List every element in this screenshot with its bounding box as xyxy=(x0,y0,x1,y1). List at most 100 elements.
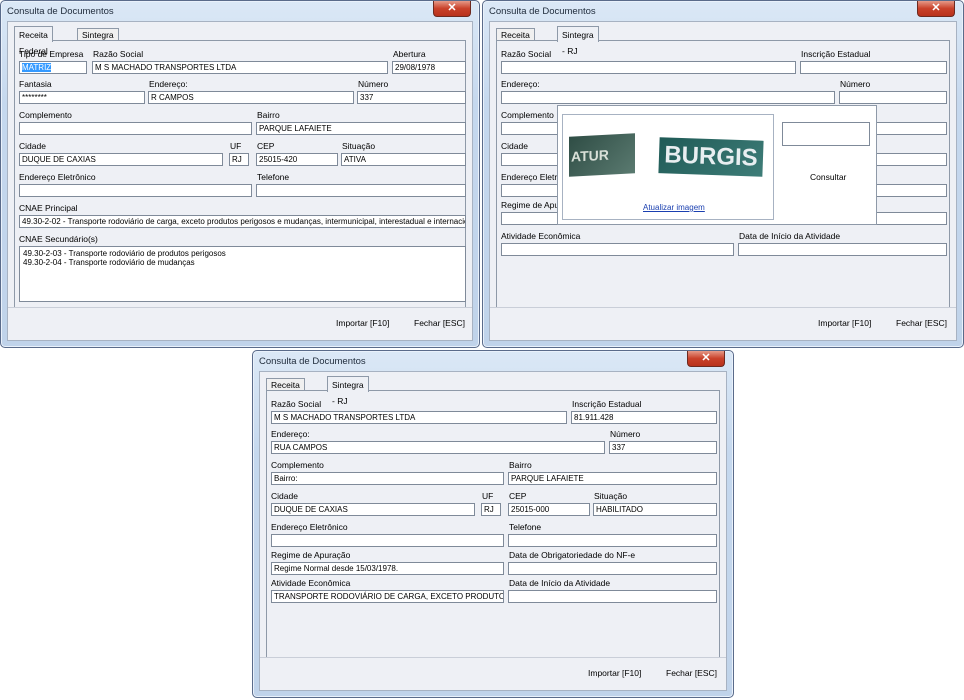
tab-sintegra-rj[interactable]: Sintegra - RJ xyxy=(327,376,369,406)
fantasia-label: Fantasia xyxy=(19,79,52,89)
endereco-label: Endereço: xyxy=(271,429,310,439)
atividade-field[interactable]: TRANSPORTE RODOVIÁRIO DE CARGA, EXCETO P… xyxy=(271,590,504,603)
cnae-principal-label: CNAE Principal xyxy=(19,203,78,213)
cep-label: CEP xyxy=(509,491,527,501)
inscricao-estadual-field[interactable]: 81.911.428 xyxy=(571,411,717,424)
importar-button[interactable]: Importar [F10] xyxy=(818,318,871,328)
title-bar[interactable]: Consulta de Documentos ✕ xyxy=(1,1,479,21)
situacao-field[interactable]: HABILITADO xyxy=(593,503,717,516)
situacao-field[interactable]: ATIVA xyxy=(341,153,466,166)
situacao-label: Situação xyxy=(594,491,628,501)
bairro-field[interactable]: PARQUE LAFAIETE xyxy=(256,122,466,135)
complemento-field[interactable] xyxy=(19,122,252,135)
razao-social-field[interactable]: M S MACHADO TRANSPORTES LTDA xyxy=(271,411,567,424)
situacao-label: Situação xyxy=(342,141,376,151)
complemento-field[interactable]: Bairro: xyxy=(271,472,504,485)
razao-social-label: Razão Social xyxy=(501,49,552,59)
cidade-label: Cidade xyxy=(19,141,46,151)
inicio-atividade-label: Data de Início da Atividade xyxy=(739,231,841,241)
window-sintegra-captcha: Consulta de Documentos ✕ Receita Federal… xyxy=(482,0,964,348)
endereco-field[interactable] xyxy=(501,91,835,104)
footer-bar: Importar [F10] Fechar [ESC] xyxy=(8,307,472,340)
title-bar[interactable]: Consulta de Documentos ✕ xyxy=(253,351,733,371)
captcha-text-right: BURGIS xyxy=(663,141,759,172)
cidade-label: Cidade xyxy=(501,141,528,151)
uf-field[interactable]: RJ xyxy=(481,503,501,516)
uf-label: UF xyxy=(230,141,242,151)
window-sintegra: Consulta de Documentos ✕ Receita Federal… xyxy=(252,350,734,698)
cnae-principal-field[interactable]: 49.30-2-02 - Transporte rodoviário de ca… xyxy=(19,215,466,228)
email-label: Endereço Eletrô xyxy=(501,172,562,182)
numero-label: Número xyxy=(610,429,641,439)
importar-button[interactable]: Importar [F10] xyxy=(336,318,389,328)
captcha-input[interactable] xyxy=(782,122,870,146)
numero-field[interactable]: 337 xyxy=(609,441,717,454)
sintegra-panel: Razão Social M S MACHADO TRANSPORTES LTD… xyxy=(266,390,720,658)
window-receita: Consulta de Documentos ✕ Receita Federal… xyxy=(0,0,480,348)
footer-bar: Importar [F10] Fechar [ESC] xyxy=(260,657,726,690)
inicio-atividade-field[interactable] xyxy=(738,243,947,256)
razao-social-field[interactable]: M S MACHADO TRANSPORTES LTDA xyxy=(92,61,388,74)
numero-field[interactable] xyxy=(839,91,947,104)
inscricao-estadual-field[interactable] xyxy=(800,61,947,74)
razao-social-label: Razão Social xyxy=(271,399,322,409)
list-item: 49.30-2-04 - Transporte rodoviário de mu… xyxy=(23,258,195,267)
cep-field[interactable]: 25015-000 xyxy=(508,503,590,516)
close-button[interactable]: ✕ xyxy=(433,1,471,17)
fechar-button[interactable]: Fechar [ESC] xyxy=(666,668,717,678)
telefone-field[interactable] xyxy=(256,184,466,197)
telefone-label: Telefone xyxy=(257,172,290,182)
numero-field[interactable]: 337 xyxy=(357,91,466,104)
tab-receita-federal[interactable]: Receita Federal xyxy=(14,26,53,56)
footer-bar: Importar [F10] Fechar [ESC] xyxy=(490,307,956,340)
email-label: Endereço Eletrônico xyxy=(271,522,348,532)
regime-field[interactable]: Regime Normal desde 15/03/1978. xyxy=(271,562,504,575)
cnae-secundario-list[interactable]: 49.30-2-03 - Transporte rodoviário de pr… xyxy=(19,246,466,302)
endereco-field[interactable]: R CAMPOS xyxy=(148,91,354,104)
telefone-field[interactable] xyxy=(508,534,717,547)
endereco-field[interactable]: RUA CAMPOS xyxy=(271,441,605,454)
uf-field[interactable]: RJ xyxy=(229,153,249,166)
razao-social-field[interactable] xyxy=(501,61,796,74)
atividade-label: Atividade Econômica xyxy=(271,578,351,588)
title-bar[interactable]: Consulta de Documentos ✕ xyxy=(483,1,963,21)
cidade-field[interactable]: DUQUE DE CAXIAS xyxy=(271,503,475,516)
close-button[interactable]: ✕ xyxy=(917,1,955,17)
endereco-label: Endereço: xyxy=(501,79,540,89)
nfe-field[interactable] xyxy=(508,562,717,575)
tipo-empresa-field[interactable]: MATRIZ xyxy=(19,61,87,74)
inicio-atividade-field[interactable] xyxy=(508,590,717,603)
email-field[interactable] xyxy=(271,534,504,547)
window-title: Consulta de Documentos xyxy=(259,356,366,367)
abertura-label: Abertura xyxy=(393,49,426,59)
cep-field[interactable]: 25015-420 xyxy=(256,153,338,166)
tab-sintegra-rj[interactable]: Sintegra - RJ xyxy=(557,26,599,56)
captcha-image-left: ATUR xyxy=(569,133,635,177)
captcha-text-left: ATUR xyxy=(571,146,609,165)
inicio-atividade-label: Data de Início da Atividade xyxy=(509,578,611,588)
close-button[interactable]: ✕ xyxy=(687,351,725,367)
complemento-label: Complemento xyxy=(271,460,324,470)
atividade-field[interactable] xyxy=(501,243,734,256)
consultar-button[interactable]: Consultar xyxy=(810,172,846,182)
cidade-field[interactable]: DUQUE DE CAXIAS xyxy=(19,153,223,166)
captcha-dialog: ATUR BURGIS Atualizar imagem Consultar xyxy=(557,105,877,225)
importar-button[interactable]: Importar [F10] xyxy=(588,668,641,678)
fechar-button[interactable]: Fechar [ESC] xyxy=(414,318,465,328)
email-field[interactable] xyxy=(19,184,252,197)
endereco-label: Endereço: xyxy=(149,79,188,89)
numero-label: Número xyxy=(358,79,389,89)
complemento-label: Complemento xyxy=(501,110,554,120)
sintegra-panel: Razão Social Inscrição Estadual Endereço… xyxy=(496,40,950,308)
bairro-label: Bairro xyxy=(509,460,532,470)
bairro-field[interactable]: PARQUE LAFAIETE xyxy=(508,472,717,485)
inscricao-estadual-label: Inscrição Estadual xyxy=(572,399,642,409)
fechar-button[interactable]: Fechar [ESC] xyxy=(896,318,947,328)
list-item: 49.30-2-03 - Transporte rodoviário de pr… xyxy=(23,249,226,258)
abertura-field[interactable]: 29/08/1978 xyxy=(392,61,466,74)
telefone-label: Telefone xyxy=(509,522,542,532)
receita-panel: Tipo de Empresa MATRIZ Razão Social M S … xyxy=(14,40,466,308)
fantasia-field[interactable]: ******** xyxy=(19,91,145,104)
cnae-secundario-label: CNAE Secundário(s) xyxy=(19,234,98,244)
refresh-image-link[interactable]: Atualizar imagem xyxy=(643,203,705,212)
